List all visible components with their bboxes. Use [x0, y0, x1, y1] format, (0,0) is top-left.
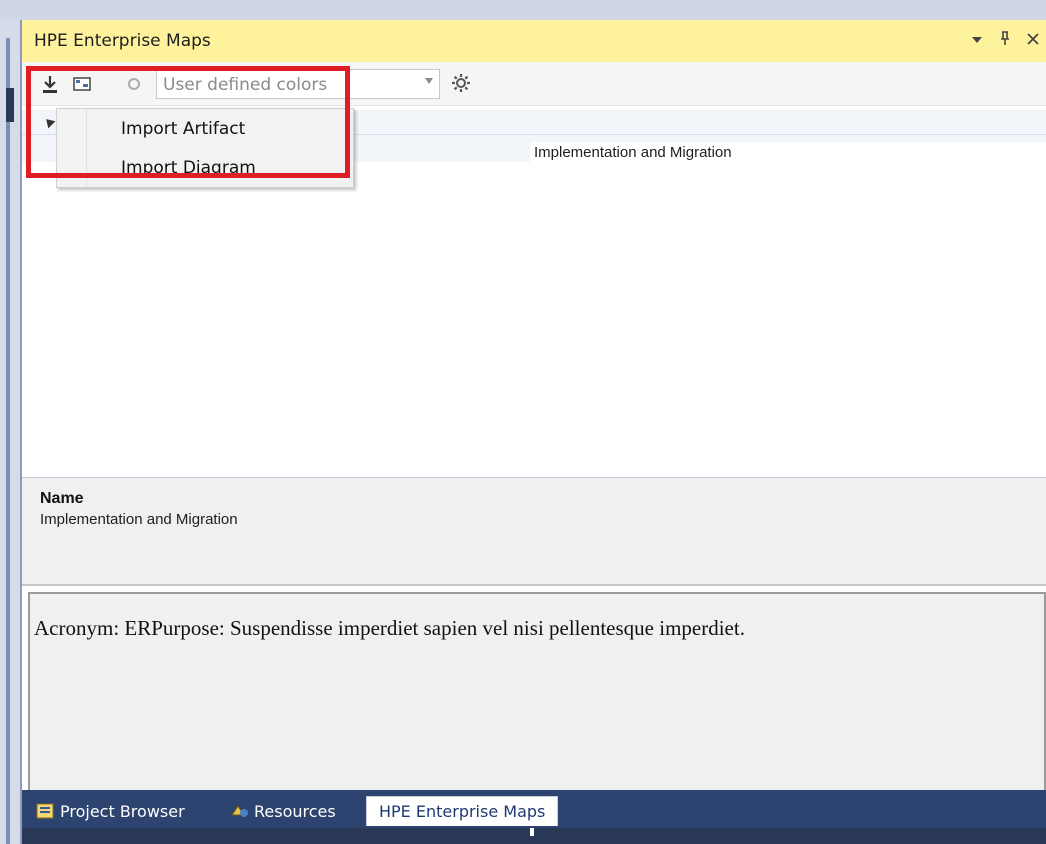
name-property-section: Name Implementation and Migration [22, 478, 1046, 586]
menu-item-import-artifact[interactable]: Import Artifact [121, 119, 245, 139]
menu-item-import-diagram[interactable]: Import Diagram [121, 158, 256, 178]
menu-gutter [57, 109, 87, 187]
gear-icon[interactable] [450, 72, 474, 96]
import-menu: Import Artifact Import Diagram [56, 108, 354, 188]
resources-icon [230, 803, 248, 819]
panel-title: HPE Enterprise Maps [34, 31, 211, 51]
left-rail-tab[interactable] [6, 88, 14, 122]
close-icon[interactable] [1024, 30, 1042, 51]
description-pane[interactable]: Acronym: ERPurpose: Suspendisse imperdie… [28, 592, 1046, 804]
name-value: Implementation and Migration [40, 511, 238, 528]
toolbar: User defined colors [22, 62, 1046, 106]
title-actions [968, 30, 1042, 51]
tab-hpe-enterprise-maps[interactable]: HPE Enterprise Maps [366, 796, 559, 826]
tab-label: Project Browser [60, 801, 185, 821]
tree-node-value: Implementation and Migration [530, 142, 1046, 163]
app-root: HPE Enterprise Maps User defined colors … [0, 0, 1046, 844]
tab-label: HPE Enterprise Maps [379, 802, 546, 821]
project-browser-icon [36, 803, 54, 819]
splitter-handle[interactable] [530, 828, 534, 836]
tab-label: Resources [254, 801, 336, 821]
expand-triangle-icon[interactable] [42, 115, 56, 129]
panel-title-bar: HPE Enterprise Maps [22, 20, 1046, 62]
left-rail [0, 20, 20, 844]
color-mode-value: User defined colors [163, 75, 328, 95]
download-icon[interactable] [38, 72, 62, 96]
link-icon[interactable] [122, 72, 146, 96]
top-strip [0, 0, 1046, 20]
chevron-down-icon[interactable] [425, 78, 433, 84]
left-rail-bar [6, 38, 10, 844]
diagram-icon[interactable] [70, 72, 94, 96]
name-label: Name [40, 490, 84, 507]
tab-resources[interactable]: Resources [230, 796, 336, 826]
bottom-strip [22, 828, 1046, 844]
tab-project-browser[interactable]: Project Browser [36, 796, 185, 826]
pin-icon[interactable] [996, 30, 1014, 51]
enterprise-maps-panel: HPE Enterprise Maps User defined colors … [20, 20, 1046, 844]
color-mode-select[interactable]: User defined colors [156, 69, 440, 99]
dropdown-arrow-icon[interactable] [968, 30, 986, 51]
description-text: Acronym: ERPurpose: Suspendisse imperdie… [34, 616, 745, 640]
